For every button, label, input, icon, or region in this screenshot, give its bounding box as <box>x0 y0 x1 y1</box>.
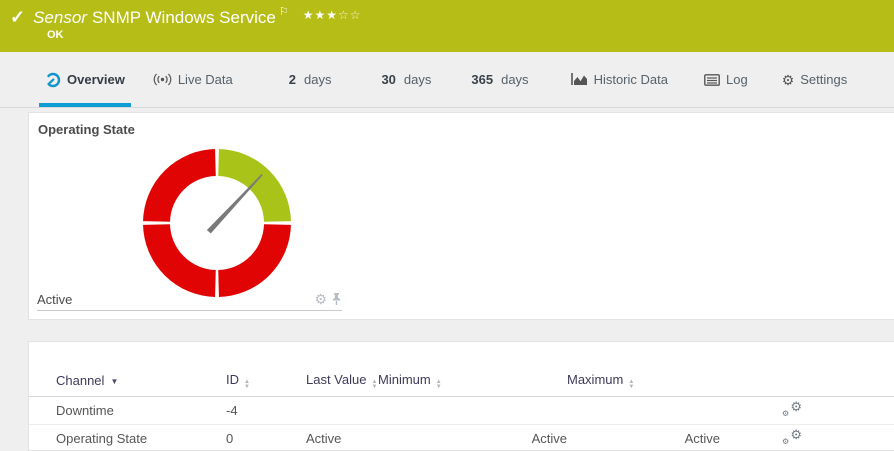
column-header-channel[interactable]: Channel ▼ <box>29 366 226 396</box>
channel-settings-gears-icon[interactable]: ⚙⚙ <box>782 429 802 445</box>
status-badge: OK <box>47 29 64 41</box>
cell-last-value <box>306 396 378 424</box>
table-row-operating-state[interactable]: Operating State 0 Active Active Active ⚙… <box>29 424 894 451</box>
stars-empty: ☆☆ <box>338 8 362 22</box>
channel-table: Channel▼ ID▲▼ Last Value▲▼ Minimum▲▼ Max… <box>29 366 894 451</box>
flag-icon[interactable]: ⚐ <box>279 5 289 19</box>
tab-number: 365 <box>471 72 493 87</box>
priority-stars[interactable]: ★★★☆☆ <box>303 8 362 22</box>
log-list-icon <box>704 74 720 86</box>
channel-settings-gears-icon[interactable]: ⚙⚙ <box>782 401 802 417</box>
tab-historic-data[interactable]: Historic Data <box>571 52 668 107</box>
tab-2-days[interactable]: 2 days <box>289 52 332 107</box>
tab-label: Historic Data <box>594 72 668 87</box>
cell-channel[interactable]: Operating State <box>29 424 226 451</box>
column-label: Last Value <box>306 372 366 387</box>
tab-number: 2 <box>289 72 296 87</box>
operating-state-gauge <box>137 143 297 303</box>
gauge-footer: Active ⚙ <box>37 288 342 311</box>
gear-icon: ⚙ <box>782 73 795 87</box>
column-label: Maximum <box>567 372 623 387</box>
tab-log[interactable]: Log <box>704 52 748 107</box>
gauge-segment-alarm-3 <box>157 163 216 222</box>
gear-small-glyph: ⚙ <box>782 438 789 446</box>
sort-icon: ▲▼ <box>244 380 250 390</box>
column-header-actions <box>720 366 894 396</box>
cell-last-value: Active <box>306 424 378 451</box>
tab-30-days[interactable]: 30 days <box>381 52 431 107</box>
sort-desc-glyph: ▼ <box>436 385 442 390</box>
banner-title-row: ✓ Sensor SNMP Windows Service ⚐ ★★★☆☆ <box>10 6 362 30</box>
column-label: ID <box>226 372 239 387</box>
table-row-downtime[interactable]: Downtime -4 ⚙⚙ <box>29 396 894 424</box>
channel-table-panel: Channel▼ ID▲▼ Last Value▲▼ Minimum▲▼ Max… <box>28 341 894 451</box>
sort-icon: ▲▼ <box>628 380 634 390</box>
column-header-minimum[interactable]: Minimum ▲▼ <box>378 366 567 396</box>
cell-actions: ⚙⚙ <box>720 424 894 451</box>
sort-desc-glyph: ▼ <box>628 385 634 390</box>
channel-table-header-row: Channel▼ ID▲▼ Last Value▲▼ Minimum▲▼ Max… <box>29 366 894 396</box>
tab-label: Overview <box>67 72 125 87</box>
tab-settings[interactable]: ⚙ Settings <box>782 52 848 107</box>
tab-label: Log <box>726 72 748 87</box>
gauge-needle <box>207 173 264 234</box>
sensor-status-banner: ✓ Sensor SNMP Windows Service ⚐ ★★★☆☆ OK <box>0 0 894 52</box>
cell-id: 0 <box>226 424 306 451</box>
sort-desc-icon: ▼ <box>110 377 118 386</box>
column-label: Channel <box>56 373 104 388</box>
pin-icon[interactable] <box>331 292 342 306</box>
gauge-icon <box>45 72 61 88</box>
gear-small-glyph: ⚙ <box>782 410 789 418</box>
sensor-kind-label: Sensor <box>33 8 87 27</box>
gauge-settings-gear-icon[interactable]: ⚙ <box>314 292 327 306</box>
tab-live-data[interactable]: Live Data <box>153 52 233 107</box>
stars-filled: ★★★ <box>303 8 338 22</box>
sensor-tabbar: Overview Live Data 2 days 30 days 365 da… <box>0 52 894 108</box>
column-header-last-value[interactable]: Last Value ▲▼ <box>306 366 378 396</box>
cell-minimum: Active <box>378 424 567 451</box>
cell-maximum: Active <box>567 424 720 451</box>
tab-label: Settings <box>800 72 847 87</box>
tab-label: days <box>501 72 528 87</box>
gauge-value-label: Active <box>37 292 72 307</box>
column-header-id[interactable]: ID ▲▼ <box>226 366 306 396</box>
tab-365-days[interactable]: 365 days <box>471 52 528 107</box>
gauge-title: Operating State <box>38 122 135 137</box>
tab-label: Live Data <box>178 72 233 87</box>
sort-icon: ▲▼ <box>436 380 442 390</box>
overview-gauge-panel: Operating State Active ⚙ <box>28 112 894 320</box>
live-data-icon <box>153 73 172 86</box>
page-title: Sensor SNMP Windows Service <box>33 6 276 30</box>
tab-label: days <box>404 72 431 87</box>
gauge-footer-icons: ⚙ <box>314 292 342 306</box>
sensor-name: SNMP Windows Service <box>92 8 276 27</box>
gauge-needle-shape <box>207 173 264 234</box>
column-header-maximum[interactable]: Maximum ▲▼ <box>567 366 720 396</box>
gear-large-glyph: ⚙ <box>790 400 802 413</box>
gauge-segment-alarm-2 <box>157 225 216 284</box>
sort-desc-glyph: ▼ <box>371 385 377 390</box>
cell-channel[interactable]: Downtime <box>29 396 226 424</box>
sort-desc-glyph: ▼ <box>244 385 250 390</box>
gauge-segment-alarm-1 <box>219 225 278 284</box>
tab-overview[interactable]: Overview <box>45 52 125 107</box>
cell-id: -4 <box>226 396 306 424</box>
cell-actions: ⚙⚙ <box>720 396 894 424</box>
tab-number: 30 <box>381 72 395 87</box>
column-label: Minimum <box>378 372 431 387</box>
cell-maximum <box>567 396 720 424</box>
ok-check-icon: ✓ <box>10 6 25 28</box>
tab-label: days <box>304 72 331 87</box>
gear-large-glyph: ⚙ <box>790 428 802 441</box>
area-chart-icon <box>571 73 588 86</box>
cell-minimum <box>378 396 567 424</box>
sort-icon: ▲▼ <box>371 380 377 390</box>
